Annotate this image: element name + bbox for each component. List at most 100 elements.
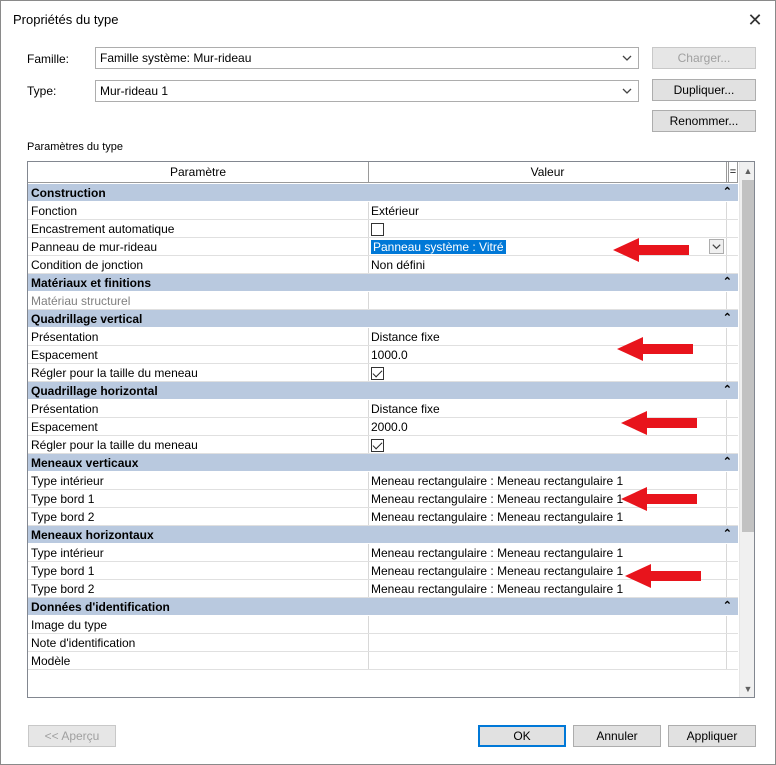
ok-button[interactable]: OK — [478, 725, 566, 747]
scroll-down-icon[interactable]: ▼ — [740, 680, 754, 697]
parameter-name: Encastrement automatique — [28, 220, 369, 237]
parameter-row[interactable]: Image du type — [28, 616, 738, 634]
duplicate-button[interactable]: Dupliquer... — [652, 79, 756, 101]
column-header-equals[interactable]: = — [728, 162, 738, 183]
equals-cell — [727, 418, 737, 435]
parameter-name: Présentation — [28, 328, 369, 345]
section-title: Données d'identification — [31, 600, 170, 614]
collapse-icon[interactable]: ⌃ — [723, 311, 732, 324]
parameter-value-cell[interactable] — [369, 652, 727, 669]
equals-cell — [727, 490, 737, 507]
parameter-name: Présentation — [28, 400, 369, 417]
parameter-value: Non défini — [371, 258, 426, 272]
parameter-name: Type bord 2 — [28, 580, 369, 597]
section-header[interactable]: Meneaux horizontaux ⌃ — [28, 526, 738, 544]
section-header[interactable]: Meneaux verticaux ⌃ — [28, 454, 738, 472]
parameter-name: Espacement — [28, 346, 369, 363]
column-header-value[interactable]: Valeur — [369, 162, 727, 182]
load-button[interactable]: Charger... — [652, 47, 756, 69]
parameter-value-cell[interactable] — [369, 364, 727, 381]
checkbox-unchecked[interactable] — [371, 223, 384, 236]
equals-cell — [727, 580, 737, 597]
parameter-row[interactable]: Matériau structurel — [28, 292, 738, 310]
collapse-icon[interactable]: ⌃ — [723, 383, 732, 396]
parameter-row[interactable]: Type intérieur Meneau rectangulaire : Men… — [28, 544, 738, 562]
section-header[interactable]: Quadrillage horizontal ⌃ — [28, 382, 738, 400]
family-label: Famille: — [27, 52, 70, 66]
parameter-name: Type intérieur — [28, 544, 369, 561]
parameter-value-cell[interactable] — [369, 292, 727, 309]
checkbox-checked[interactable] — [371, 367, 384, 380]
equals-cell — [727, 652, 737, 669]
equals-cell — [727, 436, 737, 453]
dialog-title: Propriétés du type — [13, 12, 119, 27]
family-value: Famille système: Mur-rideau — [100, 51, 252, 65]
parameter-value: Distance fixe — [371, 330, 440, 344]
parameter-row[interactable]: Régler pour la taille du meneau — [28, 364, 738, 382]
equals-cell — [727, 400, 737, 417]
parameter-name: Type bord 1 — [28, 562, 369, 579]
parameter-value-cell[interactable] — [369, 436, 727, 453]
parameter-value: Extérieur — [371, 204, 420, 218]
family-dropdown[interactable]: Famille système: Mur-rideau — [95, 47, 639, 69]
parameter-name: Type bord 2 — [28, 508, 369, 525]
chevron-down-icon — [622, 88, 632, 94]
collapse-icon[interactable]: ⌃ — [723, 527, 732, 540]
equals-cell — [727, 562, 737, 579]
equals-cell — [727, 472, 737, 489]
scroll-up-icon[interactable]: ▲ — [740, 162, 754, 179]
parameter-value: Meneau rectangulaire : Meneau rectangula… — [371, 546, 624, 560]
section-header[interactable]: Quadrillage vertical ⌃ — [28, 310, 738, 328]
vertical-scrollbar[interactable]: ▲ ▼ — [739, 162, 754, 697]
scrollbar-thumb[interactable] — [742, 180, 754, 532]
rename-button[interactable]: Renommer... — [652, 110, 756, 132]
collapse-icon[interactable]: ⌃ — [723, 455, 732, 468]
equals-cell — [727, 220, 737, 237]
parameter-value-cell[interactable] — [369, 634, 727, 651]
section-title: Meneaux horizontaux — [31, 528, 154, 542]
preview-button[interactable]: << Aperçu — [28, 725, 116, 747]
section-header[interactable]: Matériaux et finitions ⌃ — [28, 274, 738, 292]
equals-cell — [727, 346, 737, 363]
equals-cell — [727, 616, 737, 633]
apply-button[interactable]: Appliquer — [668, 725, 756, 747]
parameter-name: Modèle — [28, 652, 369, 669]
parameter-value-cell[interactable] — [369, 220, 727, 237]
equals-cell — [727, 508, 737, 525]
parameter-value: 1000.0 — [371, 348, 408, 362]
parameter-value-cell[interactable] — [369, 616, 727, 633]
red-arrow-icon — [613, 238, 689, 262]
type-value: Mur-rideau 1 — [100, 84, 169, 98]
collapse-icon[interactable]: ⌃ — [723, 275, 732, 288]
parameter-row[interactable]: Note d'identification — [28, 634, 738, 652]
section-header[interactable]: Construction ⌃ — [28, 184, 738, 202]
section-title: Meneaux verticaux — [31, 456, 139, 470]
cancel-button[interactable]: Annuler — [573, 725, 661, 747]
parameter-name: Note d'identification — [28, 634, 369, 651]
parameter-name: Image du type — [28, 616, 369, 633]
parameter-row[interactable]: Régler pour la taille du meneau — [28, 436, 738, 454]
parameter-value-cell[interactable]: Meneau rectangulaire : Meneau rectangula… — [369, 544, 727, 561]
equals-cell — [727, 634, 737, 651]
chevron-down-icon[interactable] — [709, 239, 724, 254]
column-header-parameter[interactable]: Paramètre — [28, 162, 369, 182]
equals-cell — [727, 202, 737, 219]
section-title: Quadrillage horizontal — [31, 384, 158, 398]
parameter-name: Fonction — [28, 202, 369, 219]
parameter-row[interactable]: Fonction Extérieur — [28, 202, 738, 220]
parameter-value: 2000.0 — [371, 420, 408, 434]
parameter-row[interactable]: Modèle — [28, 652, 738, 670]
red-arrow-icon — [621, 411, 697, 435]
collapse-icon[interactable]: ⌃ — [723, 599, 732, 612]
red-arrow-icon — [625, 564, 701, 588]
checkbox-checked[interactable] — [371, 439, 384, 452]
equals-cell — [727, 292, 737, 309]
close-icon[interactable]: ✕ — [741, 7, 769, 33]
type-dropdown[interactable]: Mur-rideau 1 — [95, 80, 639, 102]
parameter-value-cell[interactable]: Extérieur — [369, 202, 727, 219]
red-arrow-icon — [617, 337, 693, 361]
collapse-icon[interactable]: ⌃ — [723, 185, 732, 198]
equals-cell — [727, 328, 737, 345]
section-header[interactable]: Données d'identification ⌃ — [28, 598, 738, 616]
section-title: Construction — [31, 186, 106, 200]
